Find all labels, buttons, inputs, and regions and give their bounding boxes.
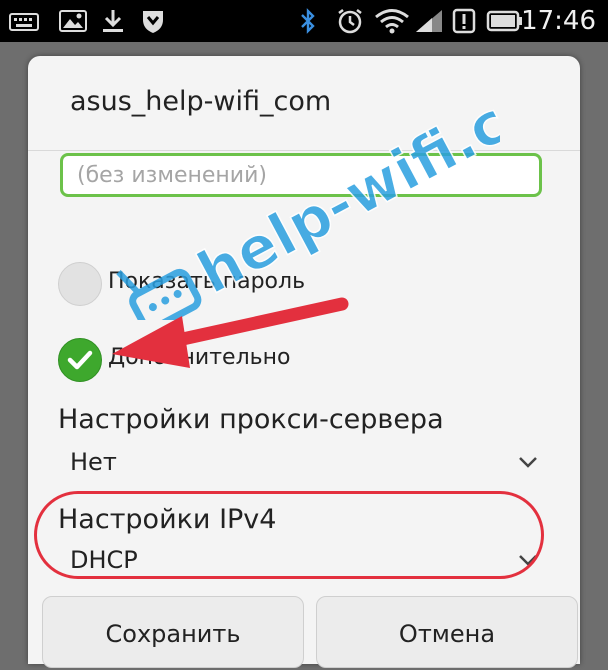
alert-icon: [452, 8, 476, 34]
proxy-value: Нет: [70, 448, 117, 476]
chevron-down-icon: [519, 457, 537, 468]
cancel-button[interactable]: Отмена: [316, 596, 578, 668]
red-arrow-annotation: [112, 297, 349, 368]
keyboard-icon: [9, 13, 39, 31]
bluetooth-icon: [301, 8, 315, 34]
ipv4-highlight-annotation: [34, 491, 544, 579]
alarm-icon: [338, 9, 362, 34]
watermark-text: help-wifi.com: [187, 60, 500, 307]
wifi-icon: [375, 9, 409, 34]
image-icon: [59, 10, 87, 32]
signal-icon: [416, 10, 442, 32]
proxy-select[interactable]: Нет: [28, 440, 580, 484]
proxy-settings-title: Настройки прокси-сервера: [58, 404, 444, 435]
status-bar: 17:46: [0, 0, 608, 42]
watermark-logo: help-wifi.com: [116, 60, 500, 320]
clock-time: 17:46: [521, 6, 596, 36]
shield-icon: [143, 11, 163, 33]
download-icon: [103, 10, 123, 32]
save-button[interactable]: Сохранить: [42, 596, 304, 668]
battery-icon: [486, 10, 522, 32]
